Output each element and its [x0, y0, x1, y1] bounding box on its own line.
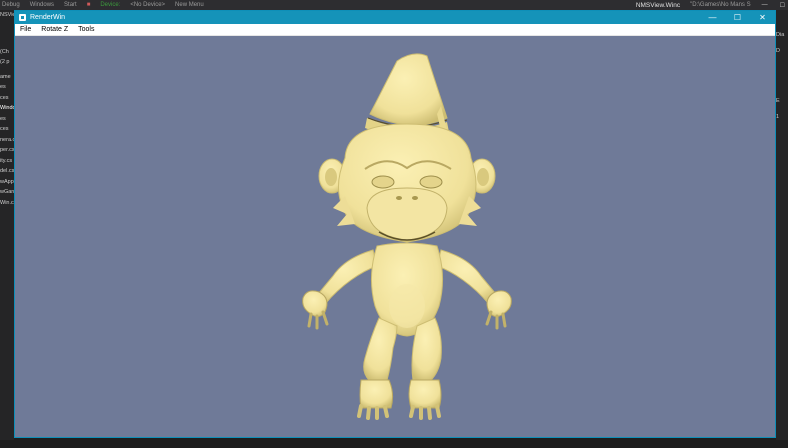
solution-item[interactable]: nera.c: [0, 135, 14, 146]
solution-item[interactable]: Win.cs: [0, 198, 14, 209]
ide-minimize-icon[interactable]: —: [759, 2, 771, 8]
menu-tools[interactable]: Tools: [73, 26, 99, 33]
solution-item[interactable]: per.cs: [0, 145, 14, 156]
stop-icon[interactable]: ■: [85, 2, 93, 8]
solution-item[interactable]: (Ch: [0, 47, 14, 58]
ide-toolbar-item[interactable]: Start: [62, 2, 79, 8]
window-title: RenderWin: [30, 14, 66, 21]
app-icon: [19, 14, 26, 21]
close-icon[interactable]: ✕: [750, 11, 775, 24]
render-window: RenderWin — ☐ ✕ File Rotate Z Tools: [14, 10, 776, 438]
menu-bar: File Rotate Z Tools: [15, 24, 775, 36]
solution-item[interactable]: wGarr: [0, 187, 14, 198]
minimize-icon[interactable]: —: [700, 11, 725, 24]
render-viewport[interactable]: [15, 36, 775, 437]
solution-item[interactable]: es: [0, 114, 14, 125]
menu-file[interactable]: File: [15, 26, 36, 33]
solution-item[interactable]: ity.cs: [0, 156, 14, 167]
solution-item[interactable]: (2 p: [0, 57, 14, 68]
solution-item[interactable]: es: [0, 82, 14, 93]
panel-label[interactable]: E: [776, 96, 788, 106]
ide-status-bar: [0, 440, 788, 448]
maximize-icon[interactable]: ☐: [725, 11, 750, 24]
panel-label[interactable]: Dia: [776, 30, 788, 40]
solution-item[interactable]: NSView: [0, 10, 14, 21]
solution-item[interactable]: Windo: [0, 103, 14, 114]
monkey-head: [333, 123, 481, 243]
ide-file-name: NMSView.Winc: [635, 1, 681, 9]
device-label: Device:: [100, 2, 121, 8]
solution-item[interactable]: ame: [0, 72, 14, 83]
monkey-model: [302, 53, 512, 420]
ide-toolbar-item[interactable]: New Menu: [173, 2, 206, 8]
ide-toolbar-item[interactable]: Debug: [0, 2, 22, 8]
properties-panel: Dia D E 1: [776, 10, 788, 448]
title-bar[interactable]: RenderWin — ☐ ✕: [15, 11, 775, 24]
device-select[interactable]: <No Device>: [128, 2, 167, 8]
ide-path: "D:\Games\No Mans S: [690, 2, 751, 8]
ide-toolbar-item[interactable]: Windows: [28, 2, 56, 8]
solution-item[interactable]: ces: [0, 93, 14, 104]
menu-rotate-z[interactable]: Rotate Z: [36, 26, 73, 33]
solution-explorer: NSView (Ch (2 p ame es ces Windo es ces …: [0, 10, 14, 448]
panel-label[interactable]: D: [776, 46, 788, 56]
solution-item[interactable]: del.cs: [0, 166, 14, 177]
panel-label: 1: [776, 114, 780, 120]
ide-maximize-icon[interactable]: ☐: [777, 2, 788, 9]
solution-item[interactable]: wApp: [0, 177, 14, 188]
solution-item[interactable]: ces: [0, 124, 14, 135]
